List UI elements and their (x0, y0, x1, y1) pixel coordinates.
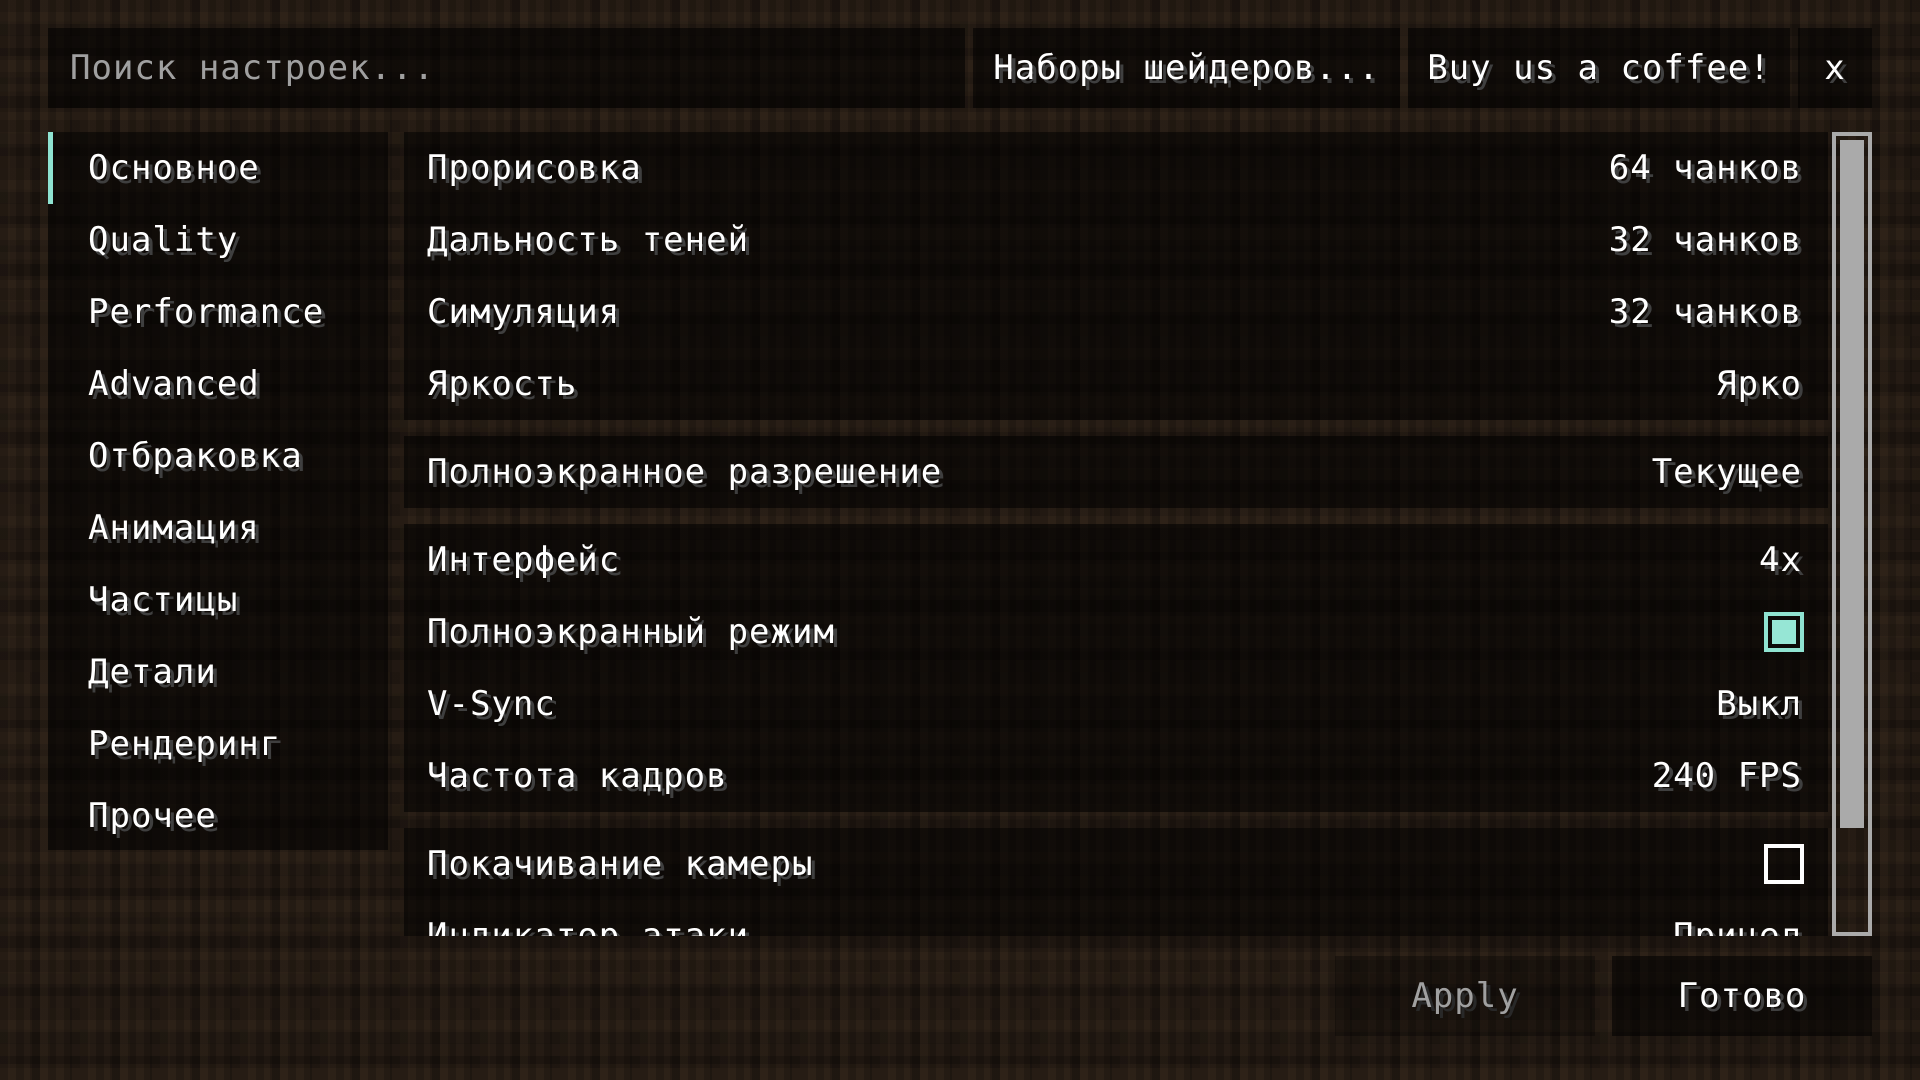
category-sidebar: Основное Quality Performance Advanced От… (48, 132, 388, 850)
option-value: Текущее (1651, 452, 1802, 492)
option-row-fullscreen-resolution[interactable]: Полноэкранное разрешение Текущее (404, 436, 1828, 508)
option-value: 64 чанков (1608, 148, 1802, 188)
view-bobbing-checkbox[interactable] (1764, 844, 1804, 884)
option-label: Симуляция (427, 292, 621, 332)
search-input[interactable] (48, 48, 950, 88)
option-label: Индикатор атаки (427, 916, 750, 936)
sidebar-item-particles[interactable]: Частицы (48, 564, 388, 636)
buy-coffee-button[interactable]: Buy us a coffee! (1408, 28, 1790, 108)
option-label: Полноэкранный режим (427, 612, 835, 652)
option-row-max-framerate[interactable]: Частота кадров 240 FPS (404, 740, 1828, 812)
option-label: V-Sync (427, 684, 556, 724)
shader-packs-button[interactable]: Наборы шейдеров... (973, 28, 1400, 108)
sidebar-item-label: Прочее (88, 796, 217, 836)
option-value: Выкл (1716, 684, 1802, 724)
search-box[interactable] (48, 28, 965, 108)
sidebar-item-label: Основное (88, 148, 260, 188)
option-value: 240 FPS (1651, 756, 1802, 796)
sidebar-item-label: Анимация (88, 508, 260, 548)
sidebar-item-misc[interactable]: Прочее (48, 780, 388, 852)
sidebar-item-quality[interactable]: Quality (48, 204, 388, 276)
shader-packs-label: Наборы шейдеров... (993, 48, 1380, 88)
options-scrollbar[interactable] (1832, 132, 1872, 936)
buy-coffee-label: Buy us a coffee! (1427, 48, 1771, 88)
option-group-display: Интерфейс 4x Полноэкранный режим V-Sync … (404, 524, 1828, 812)
option-label: Частота кадров (427, 756, 728, 796)
option-group-view: Прорисовка 64 чанков Дальность теней 32 … (404, 132, 1828, 420)
sidebar-item-label: Отбраковка (88, 436, 303, 476)
option-row-view-bobbing[interactable]: Покачивание камеры (404, 828, 1828, 900)
option-label: Прорисовка (427, 148, 642, 188)
apply-button[interactable]: Apply (1335, 956, 1595, 1036)
sidebar-item-rendering[interactable]: Рендеринг (48, 708, 388, 780)
option-row-simulation-distance[interactable]: Симуляция 32 чанков (404, 276, 1828, 348)
sidebar-item-label: Advanced (88, 364, 260, 404)
fullscreen-checkbox[interactable] (1764, 612, 1804, 652)
option-row-render-distance[interactable]: Прорисовка 64 чанков (404, 132, 1828, 204)
sidebar-item-animation[interactable]: Анимация (48, 492, 388, 564)
option-label: Интерфейс (427, 540, 621, 580)
done-button[interactable]: Готово (1612, 956, 1872, 1036)
option-label: Покачивание камеры (427, 844, 814, 884)
sidebar-item-label: Рендеринг (88, 724, 282, 764)
close-icon: x (1824, 48, 1846, 88)
option-value: 32 чанков (1608, 220, 1802, 260)
option-value: Ярко (1716, 364, 1802, 404)
option-label: Дальность теней (427, 220, 750, 260)
option-group-misc: Покачивание камеры Индикатор атаки Прице… (404, 828, 1828, 936)
option-row-brightness[interactable]: Яркость Ярко (404, 348, 1828, 420)
option-row-attack-indicator[interactable]: Индикатор атаки Прицел (404, 900, 1828, 936)
done-label: Готово (1677, 976, 1807, 1016)
option-row-vsync[interactable]: V-Sync Выкл (404, 668, 1828, 740)
sidebar-item-label: Детали (88, 652, 217, 692)
sidebar-item-label: Quality (88, 220, 239, 260)
option-label: Полноэкранное разрешение (427, 452, 943, 492)
option-row-gui-scale[interactable]: Интерфейс 4x (404, 524, 1828, 596)
option-row-shadow-distance[interactable]: Дальность теней 32 чанков (404, 204, 1828, 276)
sidebar-item-culling[interactable]: Отбраковка (48, 420, 388, 492)
options-list: Прорисовка 64 чанков Дальность теней 32 … (404, 132, 1828, 936)
option-value: 32 чанков (1608, 292, 1802, 332)
sidebar-item-advanced[interactable]: Advanced (48, 348, 388, 420)
apply-label: Apply (1411, 976, 1519, 1016)
scrollbar-thumb[interactable] (1840, 140, 1864, 828)
option-group-resolution: Полноэкранное разрешение Текущее (404, 436, 1828, 508)
sidebar-item-details[interactable]: Детали (48, 636, 388, 708)
close-button[interactable]: x (1798, 28, 1872, 108)
sidebar-item-label: Performance (88, 292, 325, 332)
option-value: Прицел (1673, 916, 1802, 936)
sidebar-item-performance[interactable]: Performance (48, 276, 388, 348)
sidebar-item-label: Частицы (88, 580, 239, 620)
option-label: Яркость (427, 364, 578, 404)
option-value: 4x (1759, 540, 1802, 580)
option-row-fullscreen[interactable]: Полноэкранный режим (404, 596, 1828, 668)
sidebar-item-general[interactable]: Основное (48, 132, 388, 204)
